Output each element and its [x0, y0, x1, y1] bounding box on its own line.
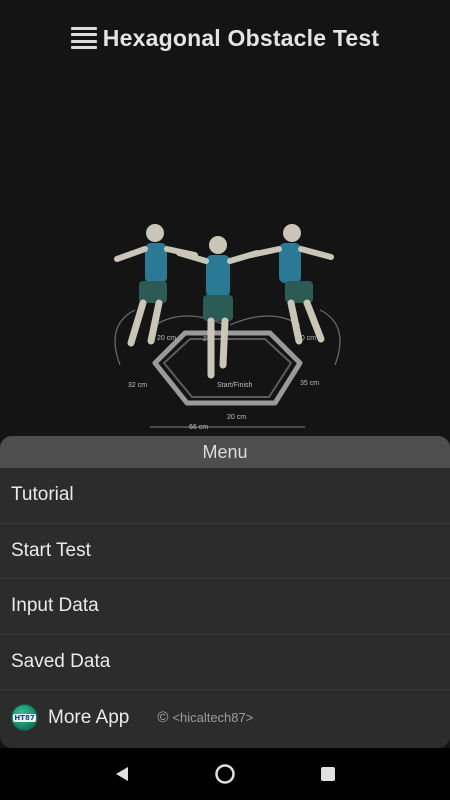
- jumper-right: [248, 224, 334, 345]
- jumper-left: [114, 224, 198, 347]
- title-bar: Hexagonal Obstacle Test: [0, 0, 450, 76]
- dim-label-right: 35 cm: [300, 380, 319, 387]
- dim-label-top-left: 20 cm: [157, 335, 176, 342]
- back-triangle-icon[interactable]: [110, 762, 134, 786]
- dim-label-width: 66 cm: [189, 424, 208, 431]
- menu-item-label: Saved Data: [11, 650, 111, 672]
- menu-item-more-app[interactable]: HT87 More App © <hicaltech87>: [0, 690, 450, 746]
- menu-item-label: Input Data: [11, 595, 99, 617]
- dim-label-center: Start/Finish: [217, 382, 253, 389]
- menu-item-tutorial[interactable]: Tutorial: [0, 468, 450, 524]
- app-logo-icon: HT87: [11, 704, 38, 732]
- hexagon-obstacle: [152, 330, 303, 406]
- copyright-icon: ©: [157, 709, 169, 727]
- jumper-center: [176, 236, 260, 379]
- logo-text: HT87: [13, 713, 36, 722]
- dim-label-left: 32 cm: [128, 382, 147, 389]
- page-title: Hexagonal Obstacle Test: [102, 24, 380, 51]
- system-nav-bar: [0, 748, 450, 800]
- menu-panel: Menu Tutorial Start Test Input Data Save…: [0, 436, 450, 748]
- list-icon: [70, 27, 97, 49]
- copyright-owner: <hicaltech87>: [172, 710, 254, 726]
- recents-square-icon[interactable]: [316, 762, 340, 786]
- menu-header: Menu: [0, 436, 450, 468]
- menu-item-label: Tutorial: [11, 484, 74, 506]
- home-circle-icon[interactable]: [213, 762, 237, 786]
- menu-item-input-data[interactable]: Input Data: [0, 579, 450, 635]
- copyright-text: © <hicaltech87>: [157, 709, 253, 726]
- hexagon-test-illustration: 20 cm 20 cm 32 cm 35 cm Start/Finish 20 …: [95, 215, 360, 435]
- more-app-label: More App: [48, 706, 130, 728]
- dim-label-bottom: 20 cm: [227, 414, 246, 421]
- menu-item-saved-data[interactable]: Saved Data: [0, 635, 450, 690]
- menu-item-label: Start Test: [11, 539, 91, 561]
- menu-item-start-test[interactable]: Start Test: [0, 524, 450, 579]
